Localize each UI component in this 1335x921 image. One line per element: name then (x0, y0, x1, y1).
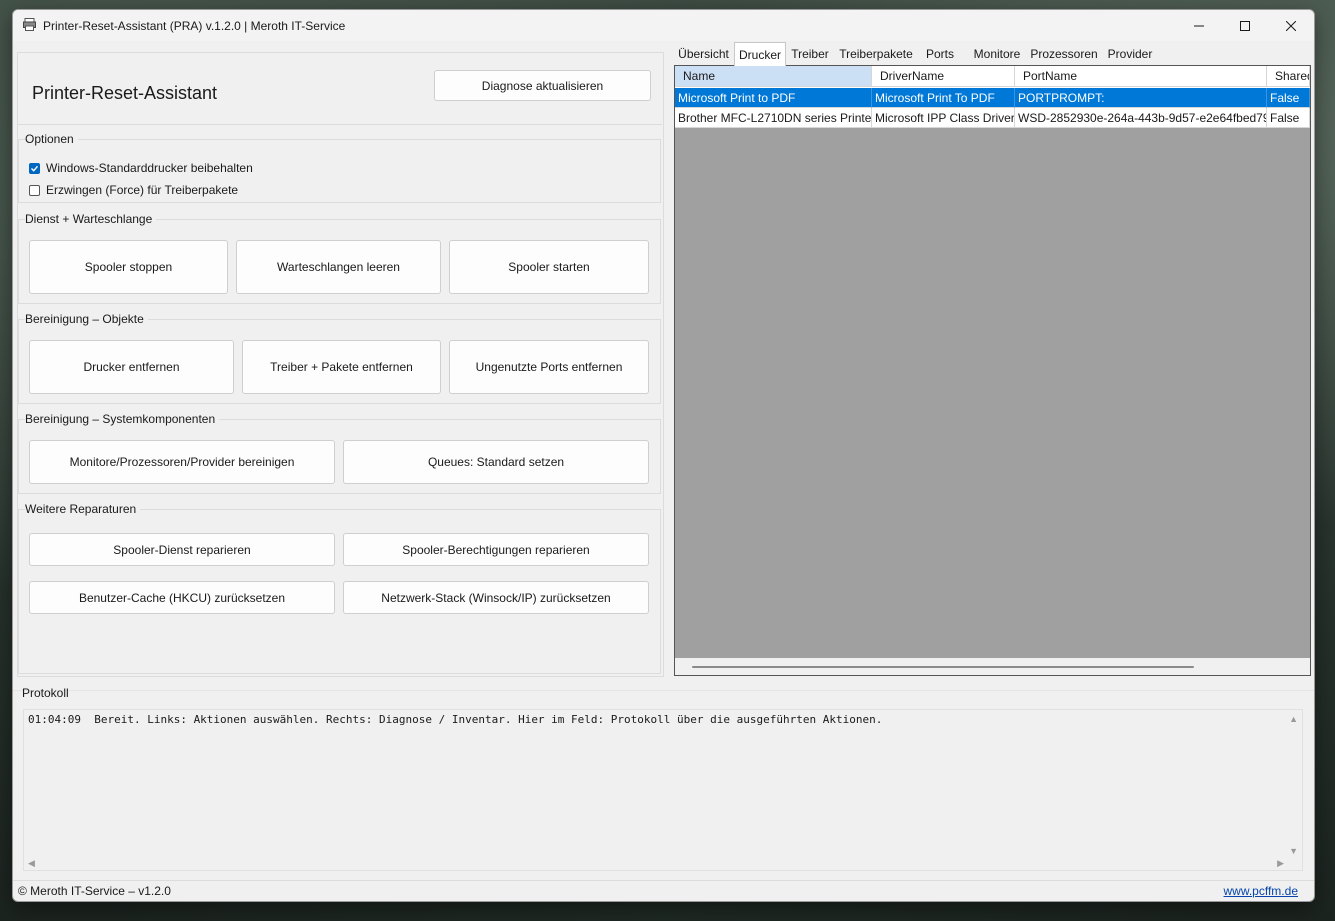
table-row[interactable]: Microsoft Print to PDF Microsoft Print T… (675, 88, 1310, 108)
remove-drivers-button[interactable]: Treiber + Pakete entfernen (242, 340, 441, 394)
cell-shared: False (1267, 88, 1310, 108)
cell-drivername: Microsoft IPP Class Driver (872, 108, 1015, 128)
printer-icon (23, 18, 36, 31)
cell-shared: False (1267, 108, 1310, 128)
column-header-portname[interactable]: PortName (1015, 66, 1267, 87)
app-heading: Printer-Reset-Assistant (32, 83, 218, 103)
cleanup-system-title: Bereinigung – Systemkomponenten (25, 412, 220, 426)
printers-grid[interactable]: Name DriverName PortName Shared Microsof… (674, 65, 1311, 676)
keep-default-printer-option[interactable]: Windows-Standarddrucker beibehalten (29, 161, 253, 175)
cell-name: Brother MFC-L2710DN series Printer (675, 108, 872, 128)
status-bar: © Meroth IT-Service – v1.2.0 www.pcffm.d… (13, 880, 1314, 901)
tab-ports[interactable]: Ports (920, 44, 960, 64)
copyright-text: © Meroth IT-Service – v1.2.0 (18, 884, 171, 898)
force-packages-label: Erzwingen (Force) für Treiberpakete (46, 183, 239, 197)
keep-default-label: Windows-Standarddrucker beibehalten (46, 161, 253, 175)
title-bar[interactable]: Printer-Reset-Assistant (PRA) v.1.2.0 | … (13, 10, 1314, 41)
remove-ports-button[interactable]: Ungenutzte Ports entfernen (449, 340, 649, 394)
start-spooler-button[interactable]: Spooler starten (449, 240, 649, 294)
options-group-title: Optionen (25, 132, 78, 146)
panel-separator (13, 690, 1314, 691)
reset-cache-button[interactable]: Benutzer-Cache (HKCU) zurücksetzen (29, 581, 335, 614)
scroll-right-icon[interactable]: ▶ (1277, 858, 1284, 869)
tab-printers[interactable]: Drucker (734, 42, 786, 66)
repair-permissions-button[interactable]: Spooler-Berechtigungen reparieren (343, 533, 649, 566)
window-title: Printer-Reset-Assistant (PRA) v.1.2.0 | … (43, 19, 346, 33)
tab-overview[interactable]: Übersicht (674, 44, 733, 64)
queues-default-button[interactable]: Queues: Standard setzen (343, 440, 649, 484)
minimize-button[interactable] (1176, 10, 1222, 41)
close-icon (1286, 20, 1296, 31)
cleanup-objects-title: Bereinigung – Objekte (25, 312, 148, 326)
column-header-name[interactable]: Name (675, 66, 872, 87)
service-group-title: Dienst + Warteschlange (25, 212, 157, 226)
table-row[interactable]: Brother MFC-L2710DN series Printer Micro… (675, 108, 1310, 128)
reset-network-button[interactable]: Netzwerk-Stack (Winsock/IP) zurücksetzen (343, 581, 649, 614)
repair-service-button[interactable]: Spooler-Dienst reparieren (29, 533, 335, 566)
cell-name: Microsoft Print to PDF (675, 88, 872, 108)
refresh-diagnosis-button[interactable]: Diagnose aktualisieren (434, 70, 651, 101)
checkmark-icon (31, 165, 39, 172)
minimize-icon (1194, 25, 1204, 26)
maximize-icon (1240, 20, 1250, 31)
scroll-up-icon[interactable]: ▲ (1289, 714, 1298, 724)
scroll-left-icon[interactable]: ◀ (28, 858, 35, 869)
tab-driver-packages[interactable]: Treiberpakete (836, 44, 916, 64)
clean-monitors-button[interactable]: Monitore/Prozessoren/Provider bereinigen (29, 440, 335, 484)
inventory-tabs: Übersicht Drucker Treiber Treiberpakete … (672, 42, 1312, 66)
cell-portname: PORTPROMPT: (1015, 88, 1267, 108)
scrollbar-thumb[interactable] (692, 666, 1194, 668)
repairs-title: Weitere Reparaturen (25, 502, 141, 516)
close-button[interactable] (1268, 10, 1314, 41)
log-line: 01:04:09 Bereit. Links: Aktionen auswähl… (28, 713, 883, 726)
force-packages-option[interactable]: Erzwingen (Force) für Treiberpakete (29, 183, 238, 197)
log-textarea[interactable]: 01:04:09 Bereit. Links: Aktionen auswähl… (23, 709, 1303, 871)
keep-default-checkbox[interactable] (29, 162, 40, 174)
clear-queues-button[interactable]: Warteschlangen leeren (236, 240, 441, 294)
remove-printers-button[interactable]: Drucker entfernen (29, 340, 234, 394)
tab-drivers[interactable]: Treiber (788, 44, 832, 64)
cell-portname: WSD-2852930e-264a-443b-9d57-e2e64fbed797 (1015, 108, 1267, 128)
maximize-button[interactable] (1222, 10, 1268, 41)
force-packages-checkbox[interactable] (29, 184, 40, 196)
website-link[interactable]: www.pcffm.de (1224, 884, 1298, 898)
grid-header: Name DriverName PortName Shared (675, 66, 1310, 88)
tab-processors[interactable]: Prozessoren (1030, 44, 1098, 64)
tab-monitors[interactable]: Monitore (969, 44, 1025, 64)
app-window: Printer-Reset-Assistant (PRA) v.1.2.0 | … (12, 9, 1315, 902)
grid-horizontal-scrollbar[interactable] (675, 658, 1310, 675)
log-label: Protokoll (22, 686, 69, 700)
stop-spooler-button[interactable]: Spooler stoppen (29, 240, 228, 294)
cell-drivername: Microsoft Print To PDF (872, 88, 1015, 108)
column-header-drivername[interactable]: DriverName (872, 66, 1015, 87)
column-header-shared[interactable]: Shared (1267, 66, 1310, 87)
tab-providers[interactable]: Provider (1102, 44, 1158, 64)
scroll-down-icon[interactable]: ▼ (1289, 846, 1298, 856)
